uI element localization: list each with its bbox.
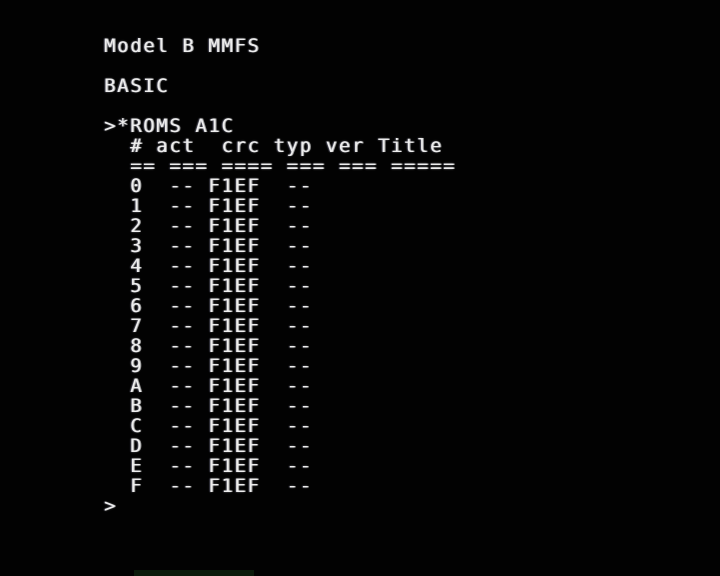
rom-row: 2 -- F1EF --	[104, 215, 313, 237]
screen-edge-artifact	[134, 570, 254, 576]
rom-row: D -- F1EF --	[104, 435, 313, 457]
rom-row: 7 -- F1EF --	[104, 315, 313, 337]
rom-row: 8 -- F1EF --	[104, 335, 313, 357]
machine-banner: Model B MMFS	[104, 35, 261, 57]
rom-row: C -- F1EF --	[104, 415, 313, 437]
command-line: >*ROMS A1C	[104, 115, 235, 137]
rom-row: 1 -- F1EF --	[104, 195, 313, 217]
rom-row: 3 -- F1EF --	[104, 235, 313, 257]
input-prompt[interactable]: >	[104, 496, 117, 516]
rom-row: 4 -- F1EF --	[104, 255, 313, 277]
table-separator: == === ==== === === =====	[104, 155, 457, 177]
rom-row: 9 -- F1EF --	[104, 355, 313, 377]
rom-row: 0 -- F1EF --	[104, 175, 313, 197]
rom-row: 5 -- F1EF --	[104, 275, 313, 297]
rom-row: A -- F1EF --	[104, 375, 313, 397]
rom-row: 6 -- F1EF --	[104, 295, 313, 317]
table-header: # act crc typ ver Title	[104, 135, 444, 157]
rom-row: F -- F1EF --	[104, 475, 313, 497]
crt-screen[interactable]: Model B MMFS BASIC >*ROMS A1C # act crc …	[0, 0, 720, 576]
rom-row: E -- F1EF --	[104, 455, 313, 477]
rom-row: B -- F1EF --	[104, 395, 313, 417]
language-banner: BASIC	[104, 75, 170, 97]
